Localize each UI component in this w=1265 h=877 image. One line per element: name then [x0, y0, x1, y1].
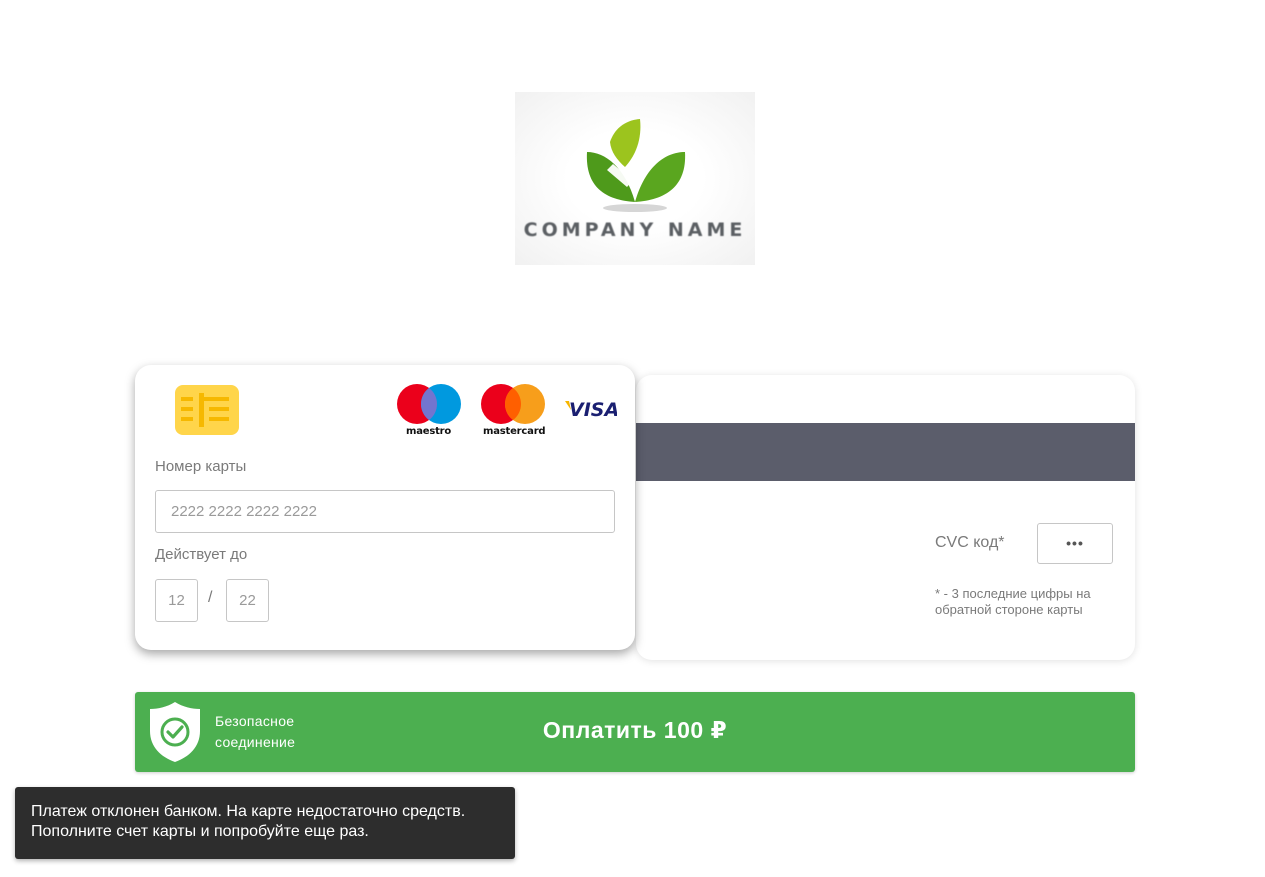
mastercard-caption: mastercard: [483, 426, 546, 437]
cvc-input[interactable]: •••: [1037, 523, 1113, 564]
logo-text: COMPANY NAME: [523, 219, 747, 241]
expiry-separator: /: [208, 589, 213, 606]
card-back: CVC код* ••• * - 3 последние цифры на об…: [636, 375, 1135, 660]
cvc-label: CVC код*: [935, 534, 1005, 551]
toast-line-1: Платеж отклонен банком. На карте недоста…: [31, 803, 466, 820]
visa-text: VISA: [569, 399, 617, 420]
pay-button-label: Оплатить 100 ₽: [542, 717, 728, 743]
expiry-month-input[interactable]: 12: [155, 579, 198, 622]
company-logo: COMPANY NAME: [515, 92, 755, 265]
card-front: maestro mastercard VISA Номер карты 2222…: [135, 365, 635, 650]
pay-button[interactable]: Безопасное соединение Оплатить 100 ₽: [135, 692, 1135, 772]
expiry-label: Действует до: [155, 546, 248, 563]
visa-logo-icon: VISA: [565, 398, 619, 425]
maestro-caption: maestro: [406, 426, 452, 437]
magnetic-stripe: [636, 423, 1135, 481]
error-toast: Платеж отклонен банком. На карте недоста…: [15, 787, 515, 859]
cvc-hint: * - 3 последние цифры на обратной сторон…: [935, 586, 1091, 617]
mastercard-logo-icon: [480, 384, 546, 431]
expiry-year-input[interactable]: 22: [226, 579, 269, 622]
toast-line-2: Пополните счет карты и попробуйте еще ра…: [31, 823, 369, 840]
chip-icon: [175, 385, 239, 435]
card-number-label: Номер карты: [155, 458, 247, 475]
card-number-input[interactable]: 2222 2222 2222 2222: [155, 490, 615, 533]
maestro-logo-icon: [396, 384, 462, 431]
